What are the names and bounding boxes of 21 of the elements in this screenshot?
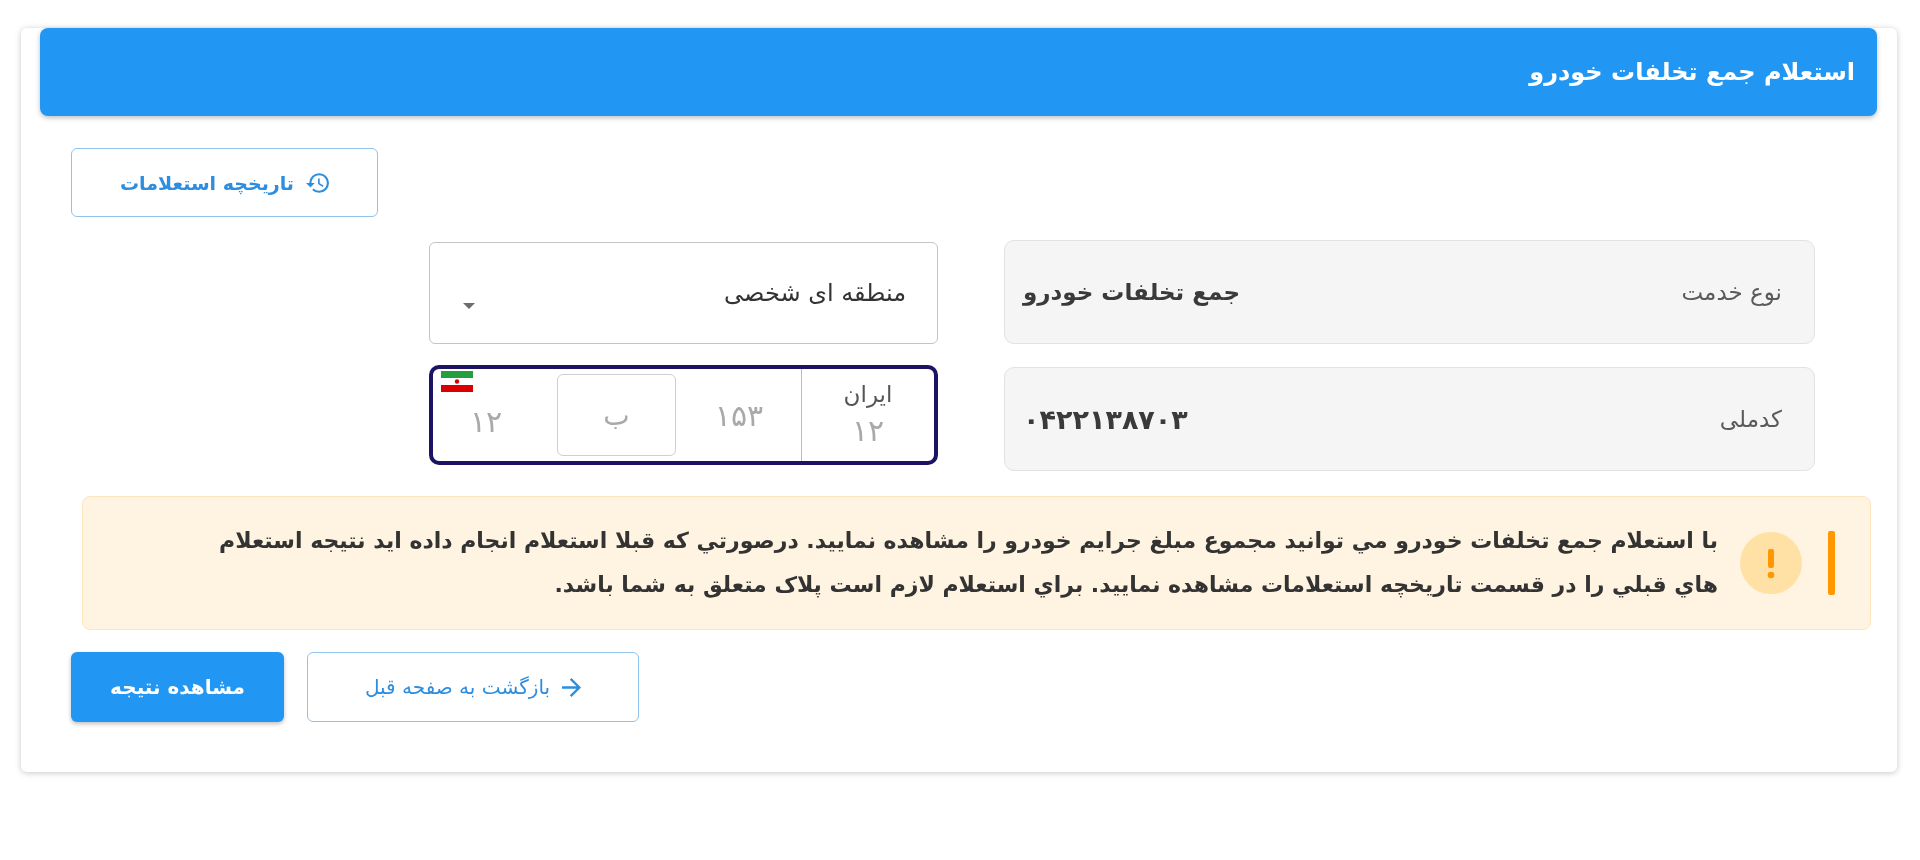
alert-message: با استعلام جمع تخلفات خودرو مي توانيد مجموع مبلغ جرايم خودرو را مشاهده نماييد. درصورتي که قبلا استعلام انجام داده ايد نتيجه استعلام هاي قبلي را در قسمت تاريخچه استعلامات مشاهده نماييد. براي استعلام لازم است پلاک متعلق به شما باشد. [218, 527, 1718, 600]
plate-type-select[interactable]: منطقه ای شخصی [429, 242, 938, 344]
page-title: استعلام جمع تخلفات خودرو [1529, 58, 1855, 86]
plate-region-label: ایران [843, 380, 893, 409]
plate-letter-input[interactable]: ب [557, 374, 676, 456]
exclamation-icon [1740, 532, 1802, 594]
back-button[interactable]: بازگشت به صفحه قبل [307, 652, 639, 722]
caret-icon [463, 303, 475, 309]
alert-accent-bar [1828, 531, 1835, 595]
field-label: کدملی [1719, 406, 1782, 432]
plate-number-input[interactable]: ۱۵۳ [684, 392, 794, 438]
plate-region-input[interactable]: ۱۲ [823, 409, 913, 451]
field-value: جمع تخلفات خودرو [1023, 279, 1240, 305]
history-button[interactable]: تاریخچه استعلامات [71, 148, 378, 217]
history-icon [306, 172, 329, 193]
field-label: نوع خدمت [1681, 279, 1782, 305]
view-result-button[interactable]: مشاهده نتیجه [71, 652, 284, 722]
flag-icon [441, 371, 473, 392]
plate-number-input[interactable]: ۱۲ [441, 398, 531, 444]
arrow-icon [562, 677, 582, 697]
field-value: ۰۴۲۲۱۳۸۷۰۳ [1023, 403, 1188, 435]
